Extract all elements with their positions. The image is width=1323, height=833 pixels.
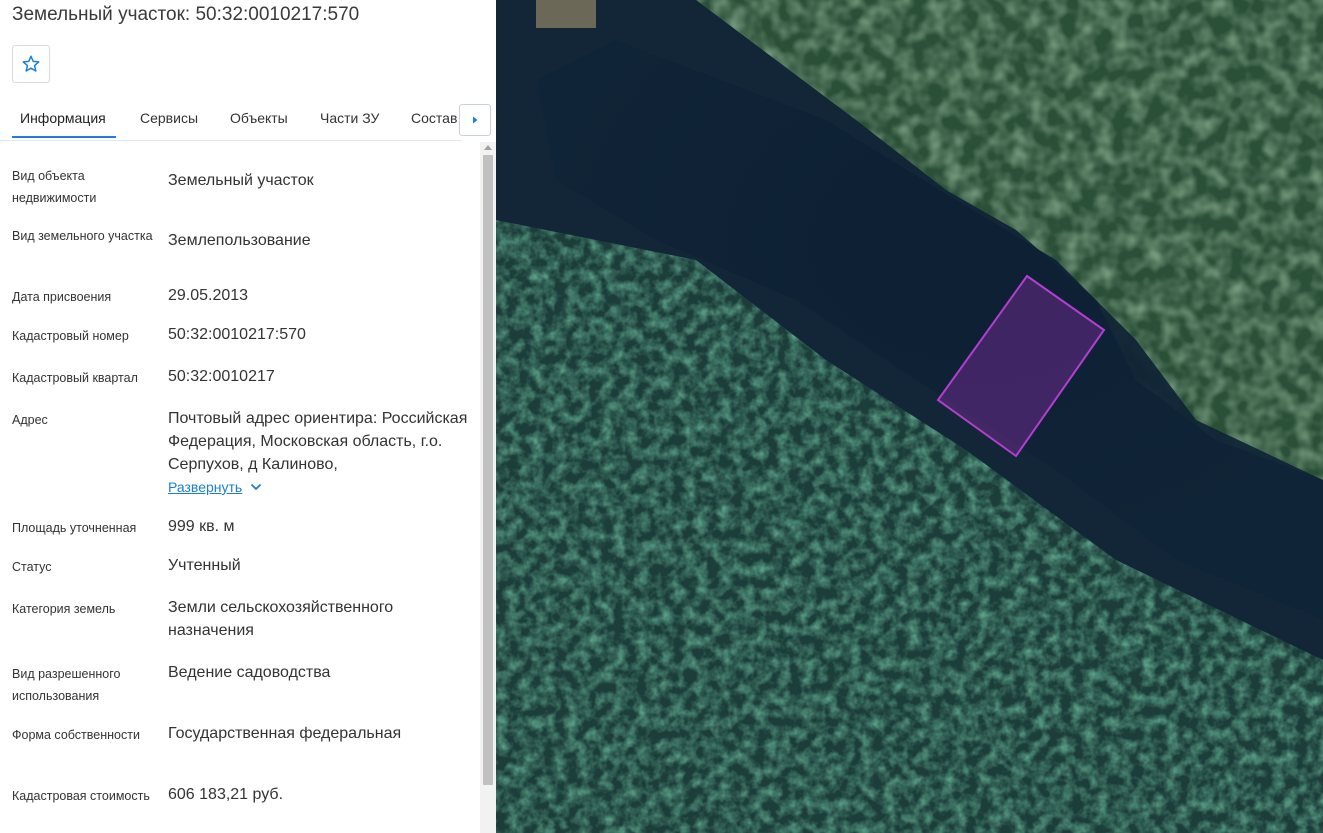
tabs-next-button[interactable] bbox=[459, 104, 491, 136]
info-label: Дата присвоения bbox=[12, 290, 112, 304]
expand-link[interactable]: Развернуть bbox=[168, 479, 242, 495]
tab-objects[interactable]: Объекты bbox=[230, 100, 288, 138]
info-value: Земельный участок bbox=[168, 172, 314, 189]
tab-information[interactable]: Информация bbox=[12, 100, 116, 138]
info-label: Категория земель bbox=[12, 602, 116, 616]
info-label: Кадастровый номер bbox=[12, 329, 129, 343]
satellite-map[interactable] bbox=[496, 0, 1323, 833]
tab-bar: Информация Сервисы Объекты Части ЗУ Сост… bbox=[0, 100, 462, 141]
tab-composition[interactable]: Состав bbox=[411, 100, 457, 138]
scroll-up-arrow-icon[interactable] bbox=[484, 145, 492, 150]
scrollbar-thumb[interactable] bbox=[483, 155, 493, 785]
info-label: Вид разрешенного использования bbox=[12, 667, 121, 703]
page-title: Земельный участок: 50:32:0010217:570 bbox=[12, 4, 360, 25]
star-outline-icon bbox=[22, 55, 40, 72]
address-expand[interactable]: Развернуть bbox=[168, 479, 262, 495]
map-imagery[interactable] bbox=[496, 0, 1323, 833]
tab-parcel-parts[interactable]: Части ЗУ bbox=[320, 100, 379, 138]
favorite-button[interactable] bbox=[12, 45, 50, 83]
info-value: Ведение садоводства bbox=[168, 664, 331, 681]
info-value: Землепользование bbox=[168, 232, 311, 249]
info-value: Учтенный bbox=[168, 557, 241, 574]
info-value: 999 кв. м bbox=[168, 518, 235, 535]
info-label: Кадастровая стоимость bbox=[12, 789, 150, 803]
info-label: Статус bbox=[12, 560, 52, 574]
tab-services[interactable]: Сервисы bbox=[140, 100, 198, 138]
info-value: 29.05.2013 bbox=[168, 287, 249, 304]
info-label: Адрес bbox=[12, 413, 48, 427]
info-value: 606 183,21 руб. bbox=[168, 786, 284, 803]
info-label: Вид объекта недвижимости bbox=[12, 169, 97, 205]
caret-right-icon bbox=[473, 116, 478, 124]
info-value: 50:32:0010217 bbox=[168, 368, 275, 385]
info-value: Почтовый адрес ориентира: Российская Фед… bbox=[168, 410, 468, 473]
info-label: Форма собственности bbox=[12, 728, 140, 742]
info-label: Вид земельного участка bbox=[12, 229, 153, 243]
info-label: Кадастровый квартал bbox=[12, 371, 138, 385]
info-value: 50:32:0010217:570 bbox=[168, 326, 306, 343]
info-value: Государственная федеральная bbox=[168, 725, 402, 742]
chevron-down-icon[interactable] bbox=[250, 483, 262, 491]
info-value: Земли сельскохозяйственного назначения bbox=[168, 599, 394, 639]
info-label: Площадь уточненная bbox=[12, 521, 137, 535]
info-panel: Земельный участок: 50:32:0010217:570 Инф… bbox=[0, 0, 496, 833]
